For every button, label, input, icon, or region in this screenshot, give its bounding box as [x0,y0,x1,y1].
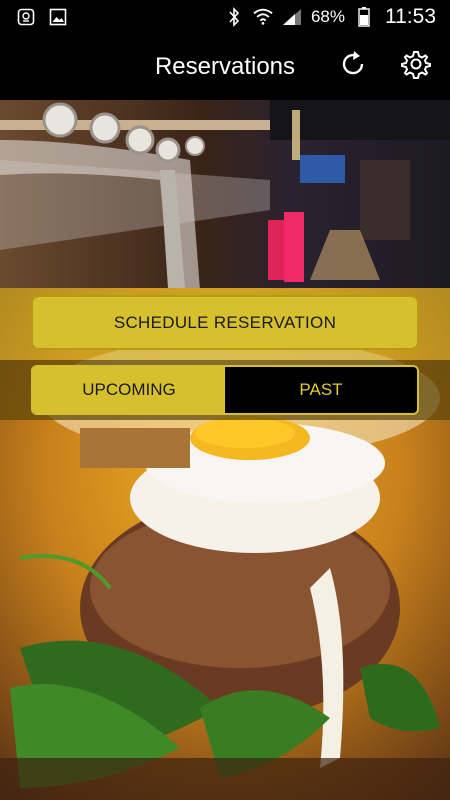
page-title: Reservations [154,53,296,80]
schedule-reservation-button[interactable]: SCHEDULE RESERVATION [31,295,419,350]
wifi-icon [253,7,273,27]
settings-button[interactable] [398,48,434,84]
image-icon [48,7,68,27]
app-bar: Reservations [0,33,450,100]
battery-percent: 68% [310,6,345,26]
tab-upcoming[interactable]: UPCOMING [33,367,225,413]
battery-icon [354,6,374,27]
refresh-icon [338,49,368,84]
app-notification-icon [16,7,36,27]
gear-icon [400,48,432,85]
bluetooth-icon [224,6,244,27]
reservation-tabs: UPCOMING PAST [31,365,419,415]
refresh-button[interactable] [335,48,371,84]
bar-interior-photo [0,100,450,288]
signal-icon [282,7,302,27]
tab-past[interactable]: PAST [225,367,417,413]
status-bar: 68% 11:53 [0,0,450,33]
status-time: 11:53 [385,4,436,28]
